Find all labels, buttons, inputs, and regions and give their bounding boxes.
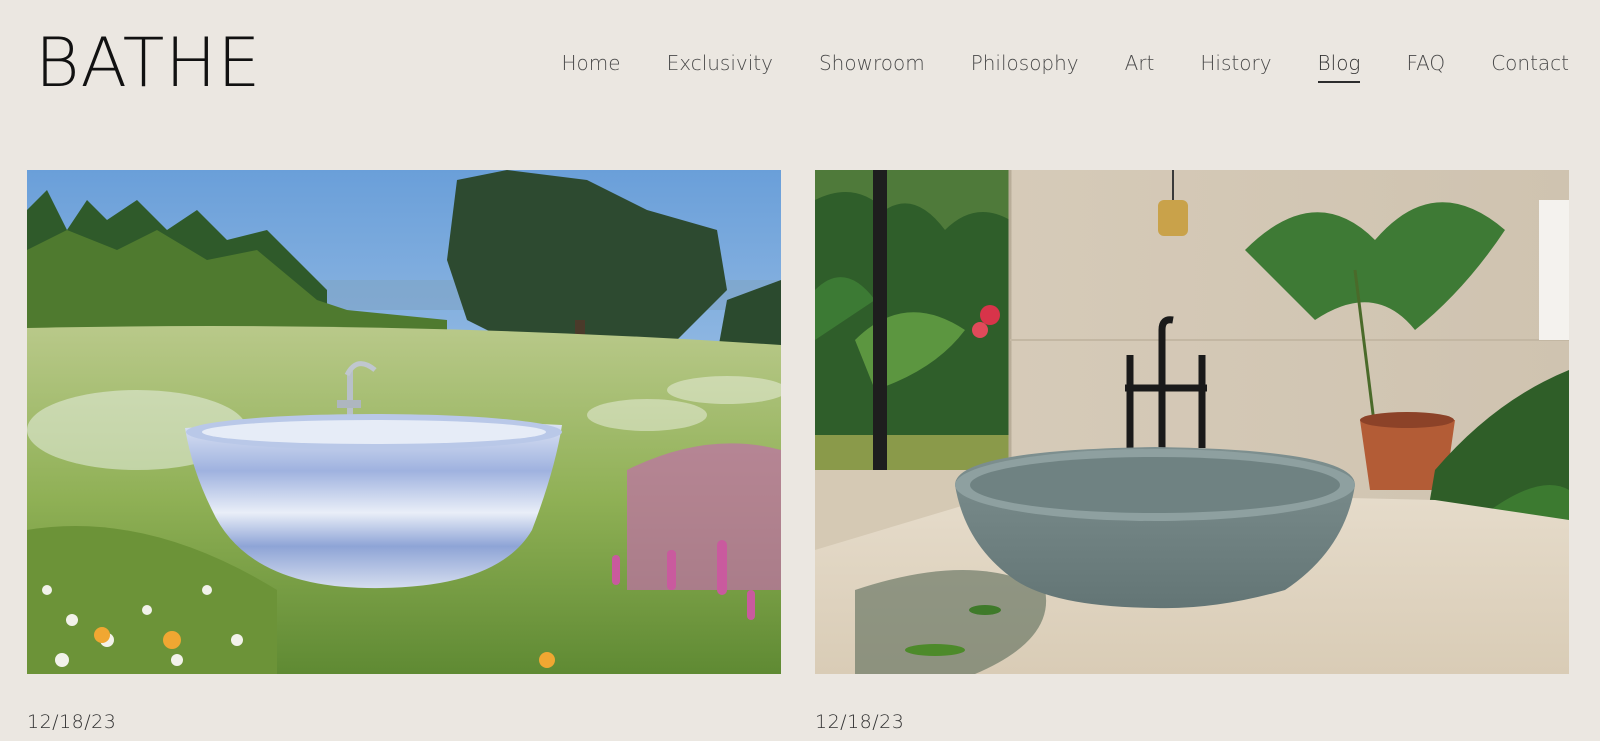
nav-exclusivity[interactable]: Exclusivity	[667, 52, 773, 83]
nav-blog[interactable]: Blog	[1317, 52, 1361, 83]
nav-art[interactable]: Art	[1125, 52, 1155, 83]
main-nav: Home Exclusivity Showroom Philosophy Art…	[516, 52, 1569, 83]
post-date: 12/18/23	[27, 711, 117, 733]
stone-bathtub-image	[815, 170, 1569, 674]
site-logo[interactable]: BATHE	[35, 30, 261, 98]
nav-faq[interactable]: FAQ	[1406, 52, 1445, 83]
nav-home[interactable]: Home	[562, 52, 621, 83]
blog-post-image-meadow[interactable]	[27, 170, 781, 674]
nav-contact[interactable]: Contact	[1491, 52, 1569, 83]
meadow-bathtub-image	[27, 170, 781, 674]
blog-post-image-stone-tub[interactable]	[815, 170, 1569, 674]
post-date: 12/18/23	[815, 711, 905, 733]
nav-philosophy[interactable]: Philosophy	[971, 52, 1079, 83]
nav-showroom[interactable]: Showroom	[819, 52, 925, 83]
nav-history[interactable]: History	[1200, 52, 1271, 83]
